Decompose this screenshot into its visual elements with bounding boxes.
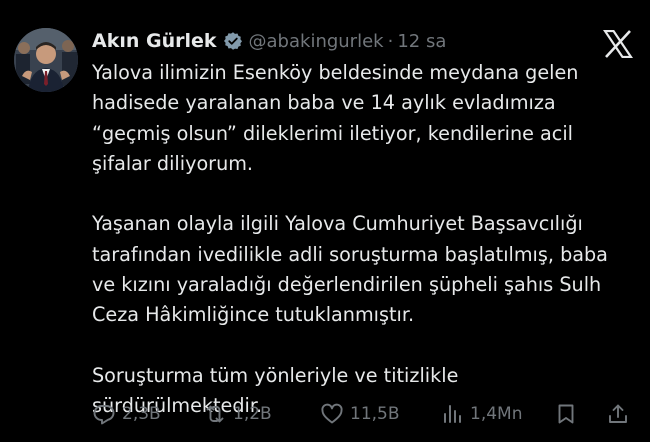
bookmark-button[interactable] [554,400,578,428]
like-button[interactable]: 11,5B [320,400,400,428]
x-logo-icon[interactable] [602,29,634,59]
share-icon [606,402,630,426]
post-timestamp[interactable]: 12 sa [397,31,446,52]
reply-icon [92,402,116,426]
repost-button[interactable]: 1,2B [203,400,272,428]
reply-count: 2,3B [122,404,161,424]
analytics-icon [440,402,464,426]
bookmark-icon [554,402,578,426]
post-text: Yalova ilimizin Esenköy beldesinde meyda… [92,61,608,418]
profile-photo [14,28,78,92]
author-handle[interactable]: @abakingurlek [249,31,384,52]
header-separator: · [387,30,394,52]
heart-icon [320,402,344,426]
like-count: 11,5B [350,404,400,424]
views-button[interactable]: 1,4Mn [440,400,522,428]
repost-count: 1,2B [233,404,272,424]
post-actions-bar: 2,3B 1,2B 11,5B 1,4Mn [92,400,637,428]
author-display-name[interactable]: Akın Gürlek [92,30,217,52]
verified-badge-icon [223,31,243,51]
post-header: Akın Gürlek @abakingurlek · 12 sa [92,28,446,54]
avatar[interactable] [14,28,78,92]
share-button[interactable] [606,400,630,428]
views-count: 1,4Mn [470,404,523,424]
reply-button[interactable]: 2,3B [92,400,161,428]
repost-icon [203,402,227,426]
